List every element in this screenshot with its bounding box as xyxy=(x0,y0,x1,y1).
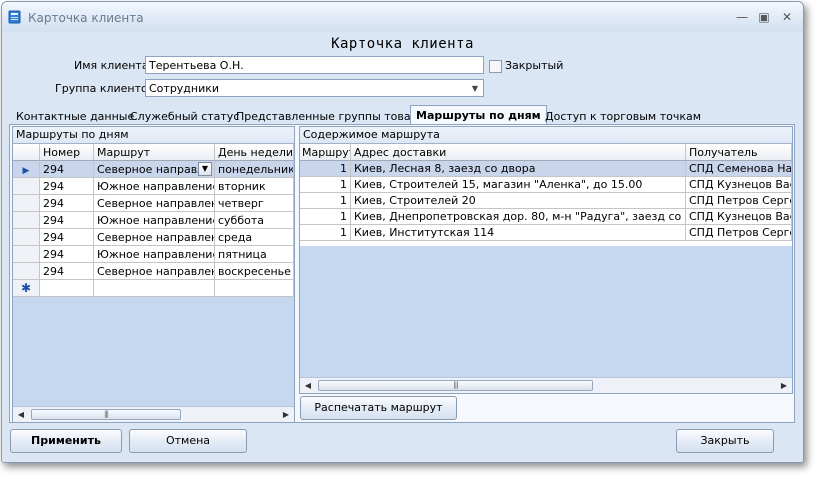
row-header[interactable]: ▶ xyxy=(13,161,40,178)
close-button[interactable]: Закрыть xyxy=(676,429,774,453)
scroll-right-icon[interactable]: ▶ xyxy=(279,408,293,421)
client-group-label: Группа клиентов xyxy=(55,82,155,95)
route-contents-group: Содержимое маршрута Маршрут Адрес достав… xyxy=(299,126,793,394)
table-cell: Киев, Строителей 15, магазин "Аленка", д… xyxy=(351,177,686,193)
scroll-right-icon[interactable]: ▶ xyxy=(777,379,791,392)
closed-label: Закрытый xyxy=(505,59,564,72)
minimize-icon[interactable]: — xyxy=(732,8,752,26)
scroll-thumb[interactable]: ||| xyxy=(31,409,181,420)
scroll-left-icon[interactable]: ◀ xyxy=(14,408,28,421)
table-cell: 294 xyxy=(40,195,94,212)
routes-group-title: Маршруты по дням xyxy=(13,127,294,144)
table-cell: 294 xyxy=(40,246,94,263)
table-cell: СПД Кузнецов Вас xyxy=(686,209,792,225)
row-header[interactable]: ✱ xyxy=(13,280,40,297)
client-name-input[interactable]: Терентьева О.Н. xyxy=(145,56,484,74)
table-cell: Северное направление xyxy=(94,263,215,280)
table-cell: СПД Петров Серге xyxy=(686,193,792,209)
tab-product-groups[interactable]: Представленные группы товаров xyxy=(236,108,431,125)
table-cell: Южное направление xyxy=(94,246,215,263)
app-icon xyxy=(8,10,22,24)
table-cell: СПД Петров Серге xyxy=(686,225,792,241)
table-cell: вторник xyxy=(215,178,294,195)
scroll-left-icon[interactable]: ◀ xyxy=(301,379,315,392)
table-cell: понедельник xyxy=(215,161,294,178)
current-row-icon: ▶ xyxy=(22,166,30,176)
cancel-button[interactable]: Отмена xyxy=(129,429,247,453)
dropdown-arrow-icon[interactable]: ▼ xyxy=(198,162,212,176)
print-route-button[interactable]: Распечатать маршрут xyxy=(300,396,457,420)
client-card-window: Карточка клиента — ▣ ✕ Карточка клиента … xyxy=(1,1,804,463)
table-cell: Киев, Днепропетровская дор. 80, м-н "Рад… xyxy=(351,209,686,225)
tab-service-status[interactable]: Служебный статус xyxy=(130,108,239,125)
close-icon[interactable]: ✕ xyxy=(777,8,797,26)
table-cell: четверг xyxy=(215,195,294,212)
client-group-select[interactable]: Сотрудники ▼ xyxy=(145,79,484,97)
page-title: Карточка клиента xyxy=(331,36,474,52)
routes-group: Маршруты по дням Номер Маршрут День неде… xyxy=(12,126,295,423)
maximize-icon[interactable]: ▣ xyxy=(754,8,774,26)
client-group-value: Сотрудники xyxy=(149,82,220,95)
table-cell: 1 xyxy=(300,225,351,241)
table-cell: 294 xyxy=(40,263,94,280)
row-header[interactable] xyxy=(13,246,40,263)
table-cell[interactable] xyxy=(40,280,94,297)
column-header[interactable]: Маршрут xyxy=(94,144,215,161)
row-header[interactable] xyxy=(13,212,40,229)
table-cell: 294 xyxy=(40,212,94,229)
new-row-icon: ✱ xyxy=(20,281,32,295)
route-contents-title: Содержимое маршрута xyxy=(300,127,792,144)
table-cell: СПД Кузнецов Вас xyxy=(686,177,792,193)
tab-panel: Маршруты по дням Номер Маршрут День неде… xyxy=(9,124,795,423)
row-header[interactable] xyxy=(13,263,40,280)
table-cell[interactable] xyxy=(94,280,215,297)
closed-checkbox[interactable] xyxy=(489,60,502,73)
table-cell: пятница xyxy=(215,246,294,263)
column-header[interactable]: Номер xyxy=(40,144,94,161)
table-cell: Южное направление xyxy=(94,178,215,195)
routes-grid[interactable]: Номер Маршрут День недели ▶ 294 Северное н… xyxy=(13,144,294,297)
tab-routes-by-day[interactable]: Маршруты по дням xyxy=(410,105,547,125)
table-cell: 294 xyxy=(40,161,94,178)
table-cell: 1 xyxy=(300,209,351,225)
client-name-label: Имя клиента xyxy=(74,59,149,72)
table-cell: 294 xyxy=(40,178,94,195)
table-cell: Киев, Лесная 8, заезд со двора xyxy=(351,161,686,177)
table-cell: 1 xyxy=(300,161,351,177)
client-area: Карточка клиента Имя клиента Терентьева … xyxy=(2,32,803,462)
chevron-down-icon[interactable]: ▼ xyxy=(472,80,478,98)
routes-scrollbar[interactable]: ◀ ||| ▶ xyxy=(13,406,294,422)
table-cell: СПД Семенова Нат xyxy=(686,161,792,177)
tab-contact-data[interactable]: Контактные данные xyxy=(16,108,134,125)
table-cell: суббота xyxy=(215,212,294,229)
scroll-thumb[interactable]: ||| xyxy=(318,380,593,391)
column-header[interactable]: Получатель xyxy=(686,144,792,161)
tab-outlet-access[interactable]: Доступ к торговым точкам xyxy=(545,108,701,125)
column-header[interactable]: День недели xyxy=(215,144,294,161)
table-cell[interactable] xyxy=(215,280,294,297)
column-header[interactable]: Маршрут xyxy=(300,144,351,161)
row-header[interactable] xyxy=(13,229,40,246)
table-cell: 294 xyxy=(40,229,94,246)
row-header[interactable] xyxy=(13,195,40,212)
table-cell: Северное направление xyxy=(94,229,215,246)
table-cell: Киев, Институтская 114 xyxy=(351,225,686,241)
table-cell: среда xyxy=(215,229,294,246)
row-header[interactable] xyxy=(13,178,40,195)
window-title: Карточка клиента xyxy=(28,11,144,25)
table-cell: Киев, Строителей 20 xyxy=(351,193,686,209)
column-header[interactable]: Адрес доставки xyxy=(351,144,686,161)
contents-scrollbar[interactable]: ◀ ||| ▶ xyxy=(300,377,792,393)
title-bar: Карточка клиента — ▣ ✕ xyxy=(2,2,803,32)
table-cell: Северное направление xyxy=(94,195,215,212)
table-cell[interactable]: Северное направле xyxy=(94,161,215,178)
table-cell: Южное направление xyxy=(94,212,215,229)
table-cell: 1 xyxy=(300,177,351,193)
table-cell: 1 xyxy=(300,193,351,209)
table-cell: воскресенье xyxy=(215,263,294,280)
apply-button[interactable]: Применить xyxy=(10,429,122,453)
route-contents-grid[interactable]: Маршрут Адрес доставки Получатель 1 Киев,… xyxy=(300,144,792,246)
